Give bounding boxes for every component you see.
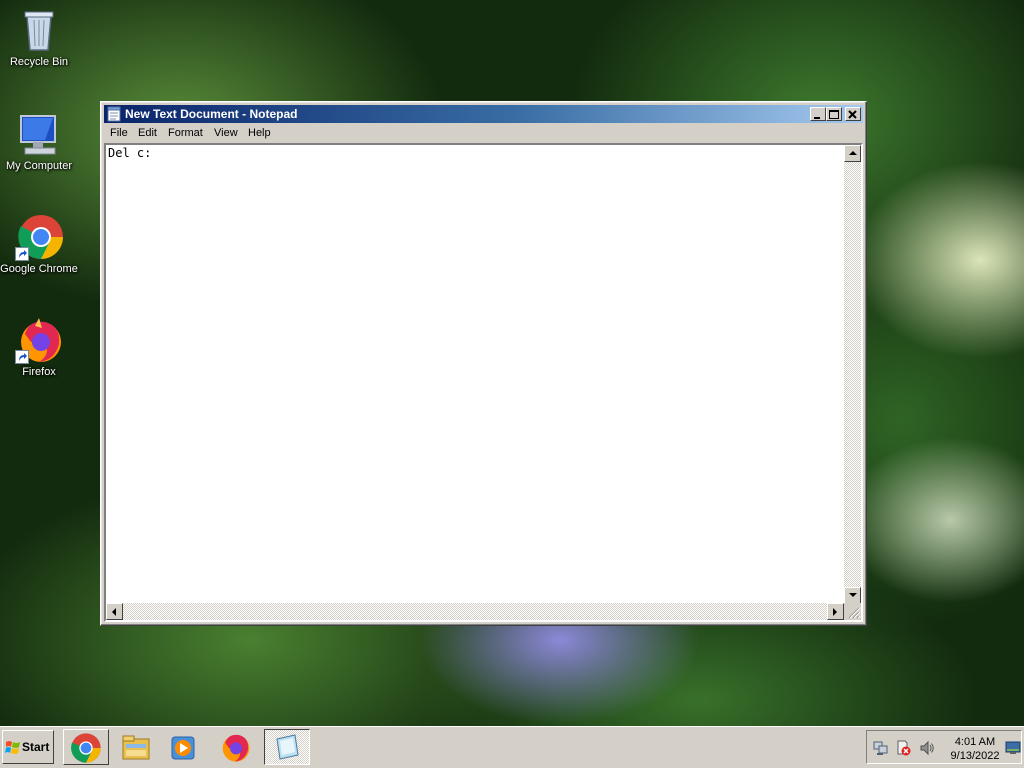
desktop-icon-label: My Computer xyxy=(5,160,73,172)
maximize-button[interactable] xyxy=(826,107,842,121)
desktop-icon-label: Google Chrome xyxy=(0,263,78,275)
taskbar-app-file-explorer[interactable] xyxy=(114,729,160,765)
notepad-window[interactable]: New Text Document - Notepad File Edit Fo… xyxy=(100,101,867,626)
vertical-scrollbar[interactable] xyxy=(844,145,861,604)
chrome-icon xyxy=(71,733,101,763)
window-title: New Text Document - Notepad xyxy=(125,107,298,121)
taskbar-app-firefox[interactable] xyxy=(214,729,260,765)
desktop-icon-my-computer[interactable]: My Computer xyxy=(0,110,78,172)
resize-grip-icon xyxy=(848,607,861,619)
desktop-icon-label: Recycle Bin xyxy=(9,56,69,68)
chrome-icon xyxy=(15,213,63,261)
clock[interactable]: 4:01 AM 9/13/2022 xyxy=(947,735,1003,763)
file-explorer-icon xyxy=(122,735,150,760)
arrow-up-icon xyxy=(849,151,857,155)
menu-format[interactable]: Format xyxy=(166,126,205,140)
shortcut-arrow-icon xyxy=(15,350,29,364)
desktop-icon-firefox[interactable]: Firefox xyxy=(0,316,78,378)
clock-time: 4:01 AM xyxy=(954,736,996,748)
scroll-right-button[interactable] xyxy=(827,603,844,620)
horizontal-scrollbar[interactable] xyxy=(106,603,844,620)
system-tray: 4:01 AM 9/13/2022 xyxy=(866,730,1022,764)
show-desktop-icon[interactable] xyxy=(1005,741,1021,755)
scroll-down-button[interactable] xyxy=(844,587,861,604)
scroll-left-button[interactable] xyxy=(106,603,123,620)
shortcut-arrow-icon xyxy=(15,247,29,261)
document-text[interactable]: Del c: xyxy=(106,145,844,604)
text-editor[interactable]: Del c: xyxy=(104,143,863,622)
taskbar-app-notepad[interactable] xyxy=(264,729,310,765)
firefox-icon xyxy=(222,734,250,762)
desktop-icon-google-chrome[interactable]: Google Chrome xyxy=(0,213,78,275)
firefox-icon xyxy=(15,316,63,364)
notepad-icon xyxy=(276,734,299,760)
menu-view[interactable]: View xyxy=(212,126,240,140)
security-alert-icon[interactable] xyxy=(895,740,911,756)
minimize-icon xyxy=(814,117,820,119)
close-button[interactable] xyxy=(845,107,861,121)
media-player-icon xyxy=(171,736,195,760)
resize-grip[interactable] xyxy=(844,603,861,620)
arrow-right-icon xyxy=(833,608,837,616)
menu-edit[interactable]: Edit xyxy=(136,126,159,140)
taskbar-app-chrome[interactable] xyxy=(63,729,109,765)
desktop-icon-recycle-bin[interactable]: Recycle Bin xyxy=(0,6,78,68)
menu-file[interactable]: File xyxy=(108,126,130,140)
menu-bar: File Edit Format View Help xyxy=(104,124,863,143)
maximize-icon xyxy=(829,110,839,119)
start-button[interactable]: Start xyxy=(2,730,54,764)
recycle-bin-icon xyxy=(15,6,63,54)
taskbar-app-media-player[interactable] xyxy=(162,729,208,765)
notepad-icon xyxy=(107,106,121,122)
start-label: Start xyxy=(22,740,50,754)
arrow-left-icon xyxy=(112,608,116,616)
volume-icon[interactable] xyxy=(919,740,935,756)
clock-date: 9/13/2022 xyxy=(950,750,1000,762)
network-icon[interactable] xyxy=(873,740,889,756)
my-computer-icon xyxy=(15,110,63,158)
scroll-up-button[interactable] xyxy=(844,145,861,162)
windows-logo-icon xyxy=(5,741,20,754)
taskbar: Start 4:01 AM 9/13/2022 xyxy=(0,726,1024,768)
desktop-icon-label: Firefox xyxy=(22,366,56,378)
menu-help[interactable]: Help xyxy=(246,126,273,140)
arrow-down-icon xyxy=(849,593,857,597)
close-icon xyxy=(848,110,857,119)
title-bar[interactable]: New Text Document - Notepad xyxy=(104,105,863,123)
minimize-button[interactable] xyxy=(810,107,826,121)
